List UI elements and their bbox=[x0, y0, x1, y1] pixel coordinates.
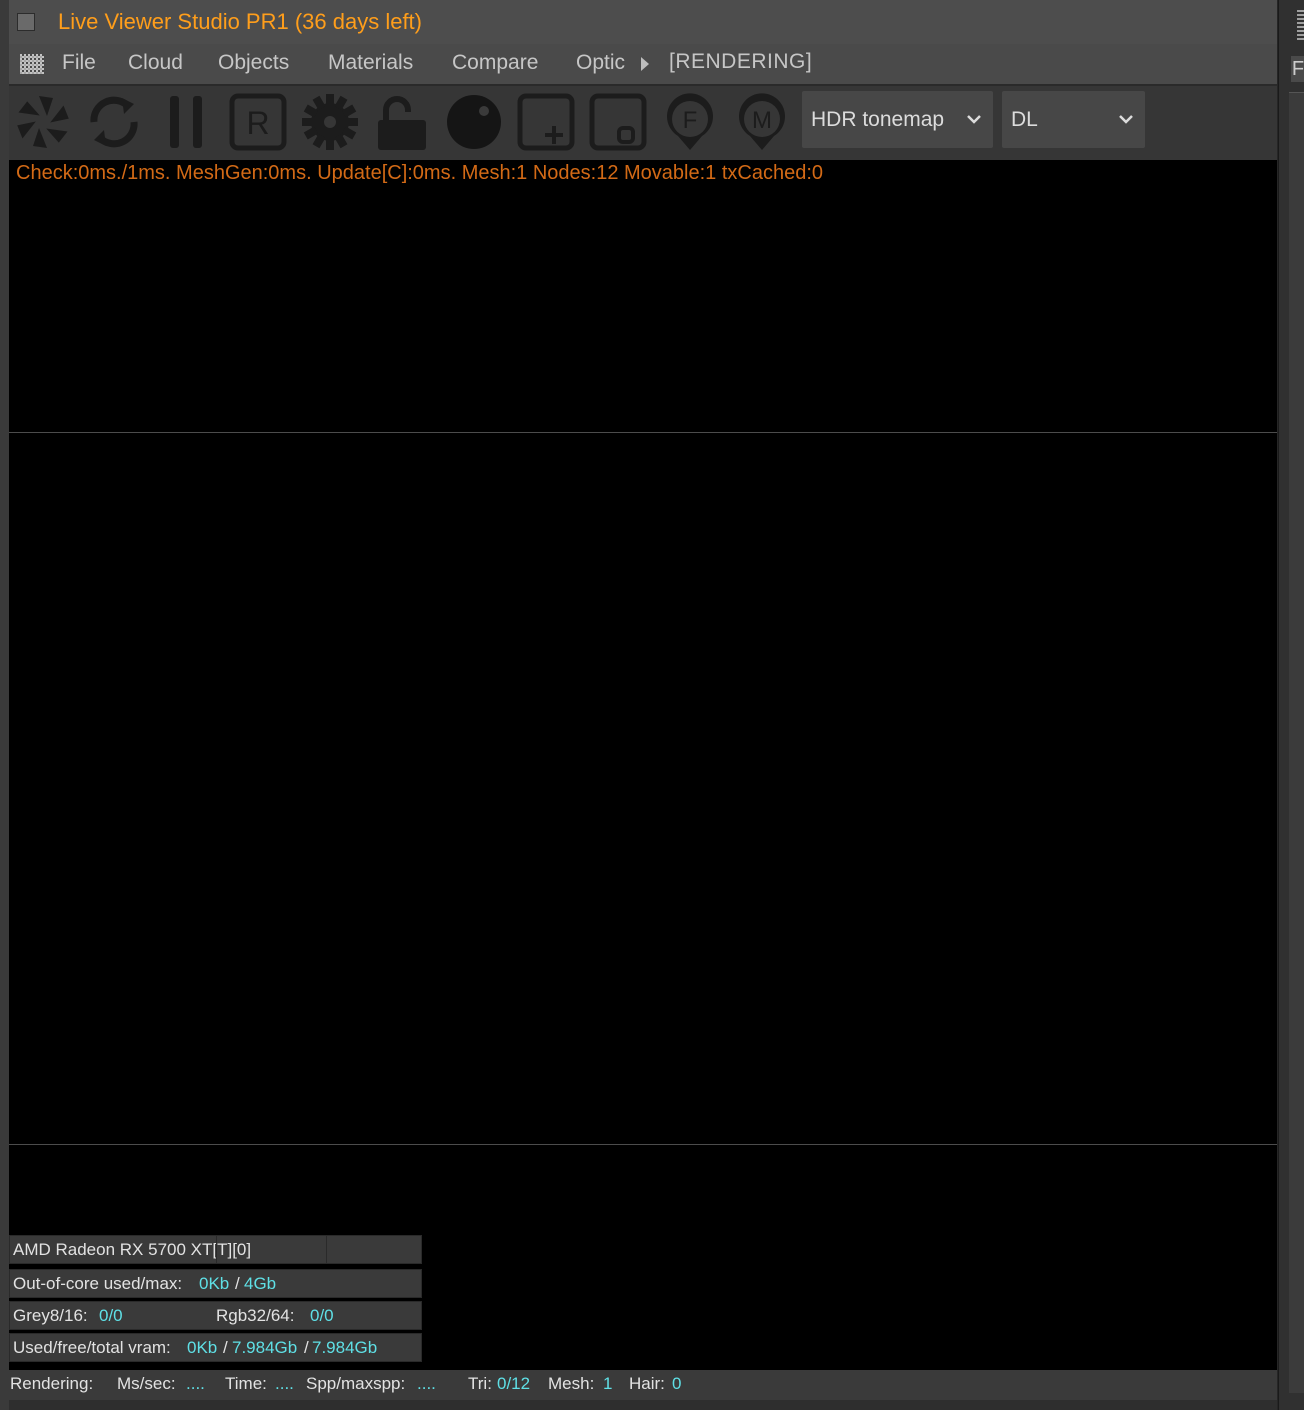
time-value: .... bbox=[275, 1374, 294, 1393]
window-toggle-checkbox[interactable] bbox=[17, 13, 35, 31]
separator: / bbox=[235, 1274, 240, 1293]
rendering-label: Rendering: bbox=[10, 1374, 94, 1393]
render-info-line: Check:0ms./1ms. MeshGen:0ms. Update[C]:0… bbox=[16, 162, 824, 184]
grey-label: Grey8/16: bbox=[13, 1306, 88, 1325]
menu-bar: File Cloud Objects Materials Compare Opt… bbox=[9, 44, 1277, 86]
gear-icon[interactable] bbox=[300, 92, 360, 152]
window-bottom-edge bbox=[9, 1400, 1277, 1410]
side-panel-tab[interactable]: F bbox=[1291, 56, 1304, 82]
tri-value: 0/12 bbox=[497, 1374, 531, 1393]
vram-label: Used/free/total vram: bbox=[13, 1338, 171, 1357]
out-of-core-row: Out-of-core used/max: 0Kb / 4Gb bbox=[9, 1269, 422, 1298]
live-viewer-window: Live Viewer Studio PR1 (36 days left) Fi… bbox=[9, 0, 1277, 1410]
spp-value: .... bbox=[417, 1374, 436, 1393]
sphere-icon[interactable] bbox=[444, 92, 504, 152]
svg-text:R: R bbox=[246, 105, 269, 141]
focus-pin-icon[interactable]: F bbox=[660, 92, 720, 152]
grip-icon[interactable] bbox=[20, 54, 44, 74]
title-bar[interactable]: Live Viewer Studio PR1 (36 days left) bbox=[9, 0, 1277, 46]
mesh-label: Mesh: bbox=[548, 1374, 595, 1393]
menu-overflow-arrow-icon[interactable] bbox=[641, 57, 649, 71]
tonemap-select[interactable]: HDR tonemap bbox=[802, 91, 993, 148]
out-of-core-label: Out-of-core used/max: bbox=[13, 1274, 183, 1293]
viewport-divider-bottom bbox=[9, 1144, 1277, 1145]
vram-used: 0Kb bbox=[187, 1338, 218, 1357]
chevron-down-icon bbox=[1119, 115, 1133, 124]
pause-icon[interactable] bbox=[156, 92, 216, 152]
menu-compare[interactable]: Compare bbox=[452, 51, 538, 75]
texture-count-row: Grey8/16: 0/0 Rgb32/64: 0/0 bbox=[9, 1301, 422, 1330]
svg-text:M: M bbox=[752, 107, 772, 134]
vram-free: 7.984Gb bbox=[232, 1338, 298, 1357]
vram-total: 7.984Gb bbox=[312, 1338, 378, 1357]
side-panel-body bbox=[1289, 92, 1304, 1393]
gpu-row: AMD Radeon RX 5700 XT[T][0] bbox=[9, 1235, 422, 1264]
material-pin-icon[interactable]: M bbox=[732, 92, 792, 152]
vram-row: Used/free/total vram: 0Kb / 7.984Gb / 7.… bbox=[9, 1333, 422, 1362]
viewport-divider-top bbox=[9, 432, 1277, 433]
menu-options[interactable]: Optic bbox=[576, 51, 626, 75]
kernel-select-value: DL bbox=[1011, 108, 1038, 131]
panel-grip-handle[interactable] bbox=[1297, 10, 1304, 40]
separator: / bbox=[304, 1338, 309, 1357]
hair-label: Hair: bbox=[629, 1374, 665, 1393]
menu-materials[interactable]: Materials bbox=[328, 51, 413, 75]
chevron-down-icon bbox=[967, 115, 981, 124]
kernel-select[interactable]: DL bbox=[1002, 91, 1145, 148]
time-label: Time: bbox=[225, 1374, 267, 1393]
window-title: Live Viewer Studio PR1 (36 days left) bbox=[58, 9, 422, 34]
menu-file[interactable]: File bbox=[62, 51, 96, 75]
grey-value: 0/0 bbox=[99, 1306, 123, 1325]
tonemap-select-value: HDR tonemap bbox=[811, 108, 945, 131]
aperture-icon[interactable] bbox=[13, 92, 73, 152]
toolbar: R F M HDR tonemap DL bbox=[9, 86, 1277, 160]
svg-text:F: F bbox=[683, 107, 698, 134]
ms-sec-label: Ms/sec: bbox=[117, 1374, 176, 1393]
refresh-icon[interactable] bbox=[84, 92, 144, 152]
right-side-panel: F bbox=[1278, 0, 1304, 1410]
add-region-icon[interactable] bbox=[516, 92, 576, 152]
hair-value: 0 bbox=[672, 1374, 682, 1393]
ms-sec-value: .... bbox=[186, 1374, 205, 1393]
render-status-label: [RENDERING] bbox=[669, 50, 813, 73]
tri-label: Tri: bbox=[468, 1374, 492, 1393]
mesh-value: 1 bbox=[603, 1374, 613, 1393]
menu-objects[interactable]: Objects bbox=[218, 51, 289, 75]
out-of-core-max: 4Gb bbox=[244, 1274, 277, 1293]
status-bar: Rendering: Ms/sec: .... Time: .... Spp/m… bbox=[9, 1370, 1277, 1400]
region-icon[interactable]: R bbox=[228, 92, 288, 152]
focus-region-icon[interactable] bbox=[588, 92, 648, 152]
separator: / bbox=[223, 1338, 228, 1357]
rgb-label: Rgb32/64: bbox=[216, 1306, 295, 1325]
out-of-core-used: 0Kb bbox=[199, 1274, 230, 1293]
menu-cloud[interactable]: Cloud bbox=[128, 51, 183, 75]
spp-label: Spp/maxspp: bbox=[306, 1374, 406, 1393]
rgb-value: 0/0 bbox=[310, 1306, 334, 1325]
unlock-icon[interactable] bbox=[372, 92, 432, 152]
